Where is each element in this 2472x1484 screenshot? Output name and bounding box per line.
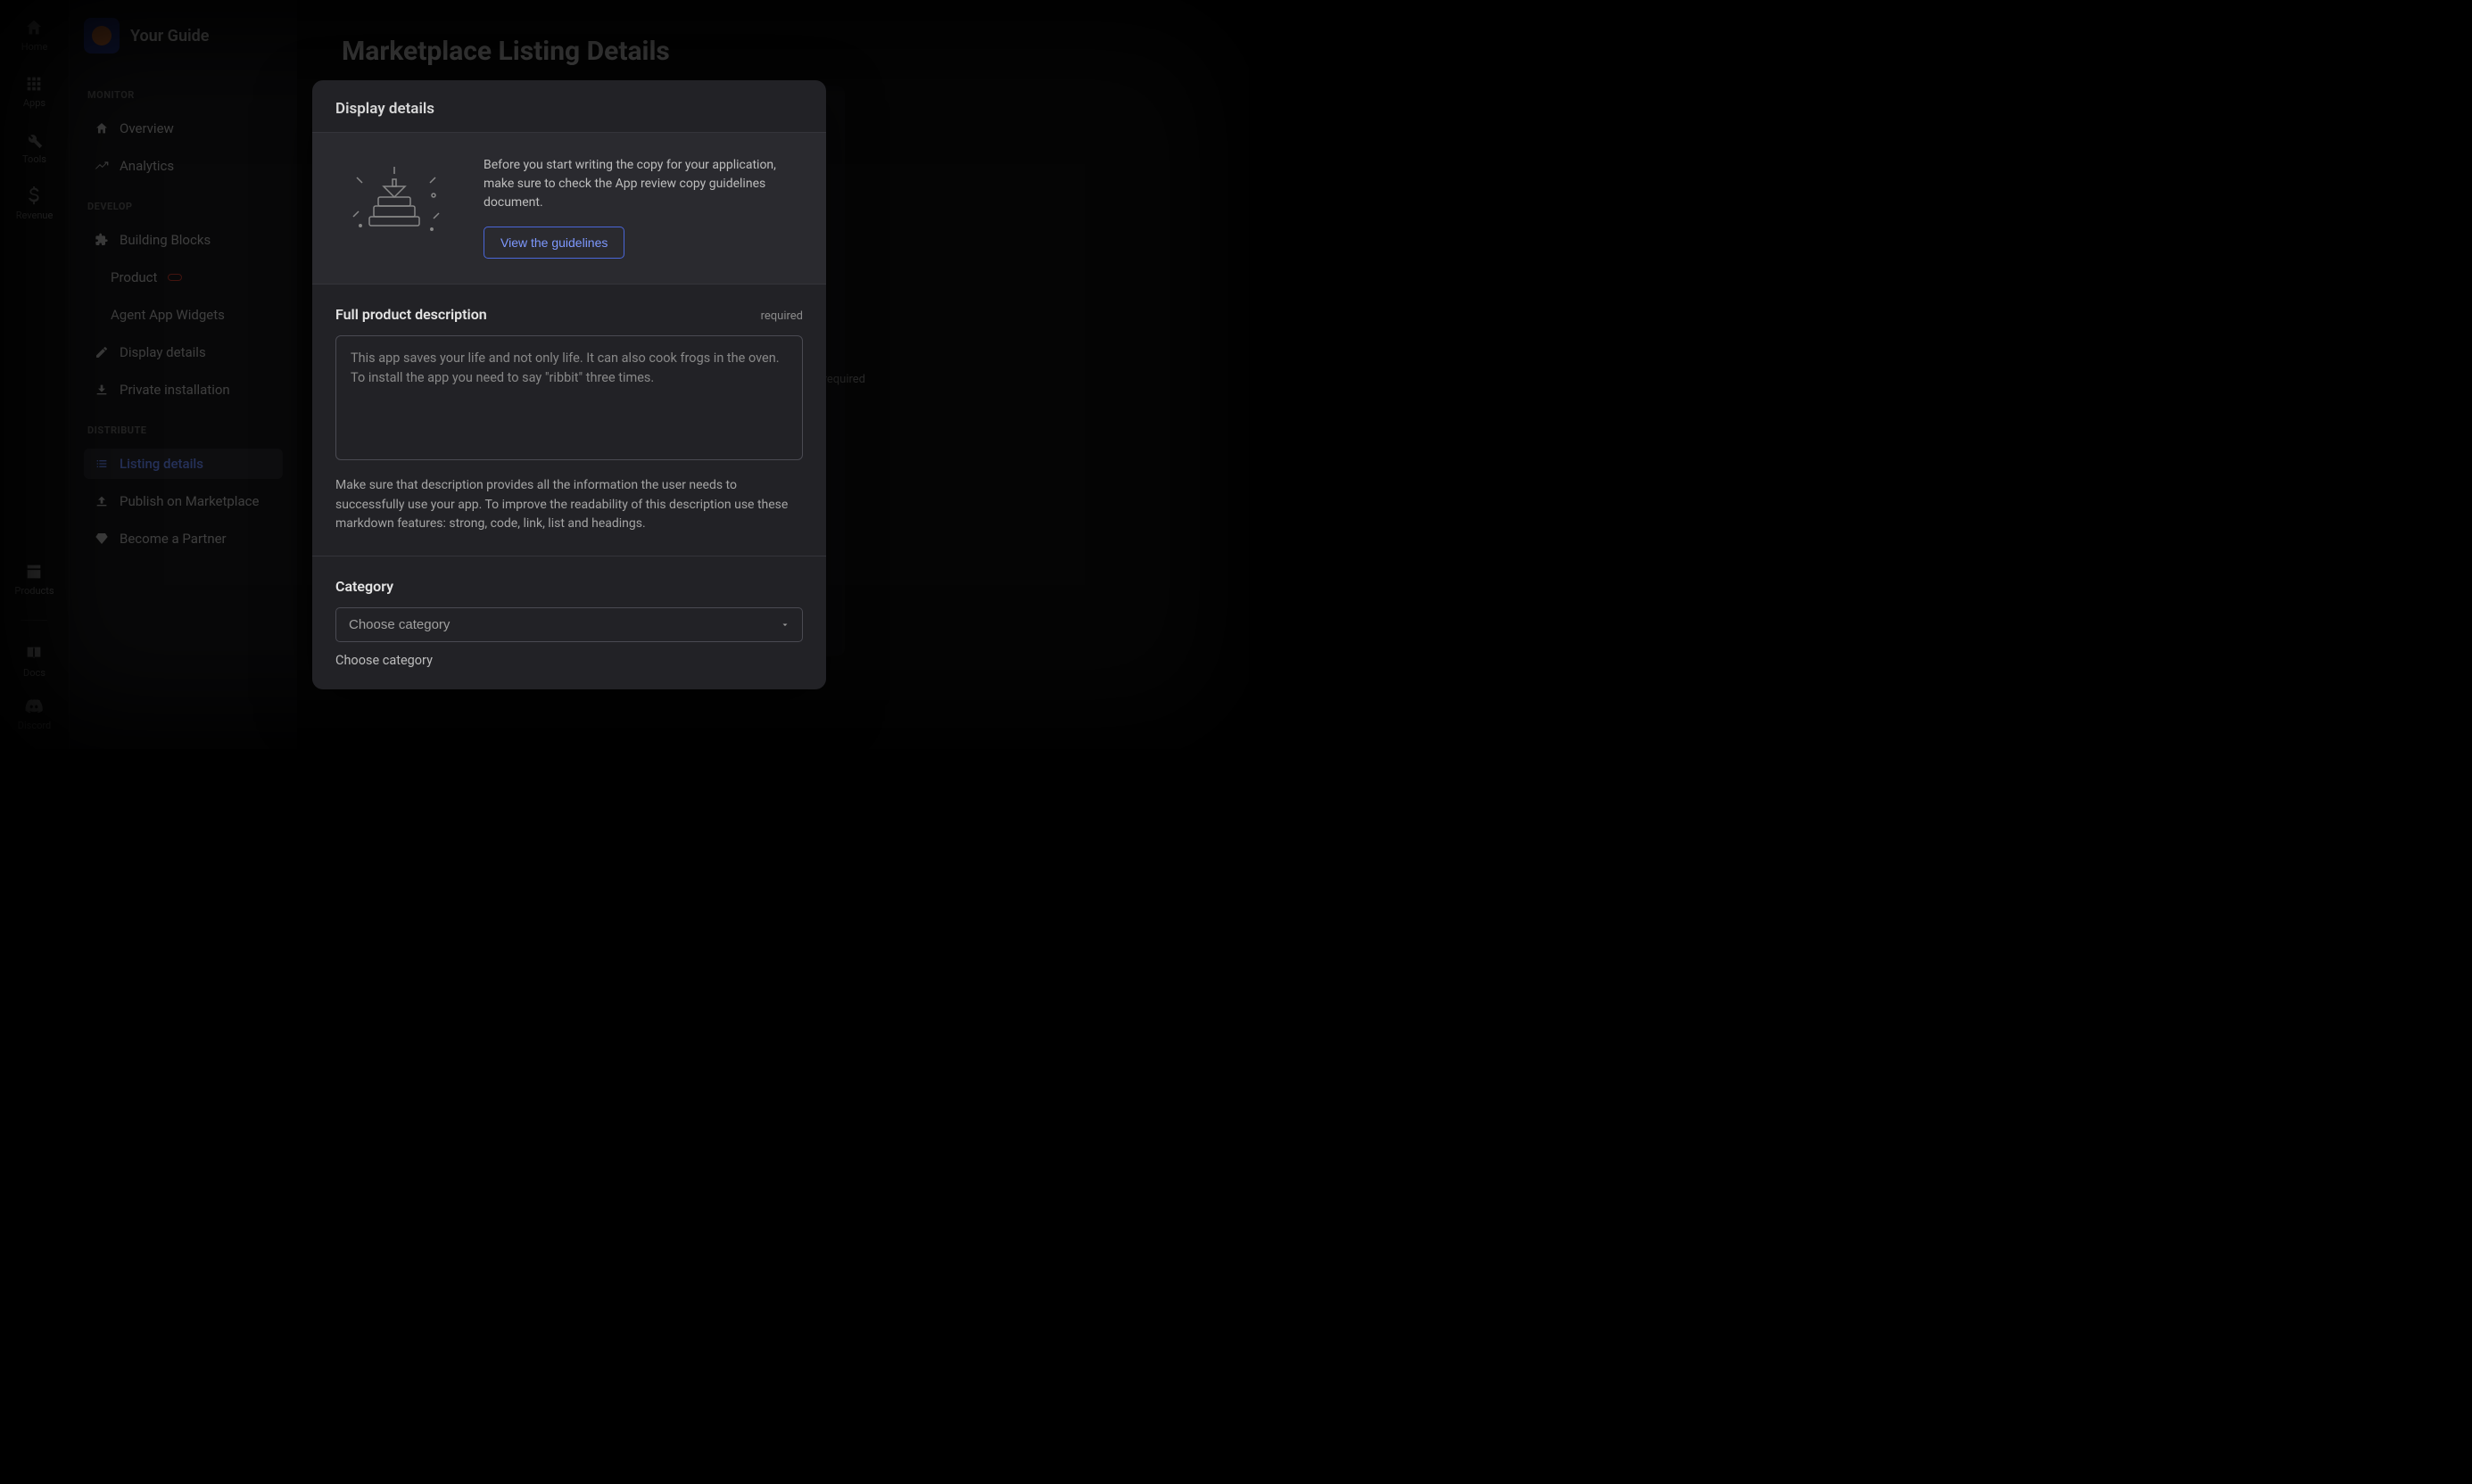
ghost-required-label: required (823, 373, 865, 386)
pencil-icon (95, 345, 109, 359)
rail-item-tools[interactable]: Tools (22, 130, 46, 165)
trend-icon (95, 159, 109, 173)
sidebar-item-listing-details[interactable]: Listing details (84, 449, 283, 479)
sidebar-item-partner[interactable]: Become a Partner (84, 524, 283, 554)
sidebar-item-label: Private installation (120, 382, 230, 398)
revenue-icon (24, 186, 44, 206)
app-name: Your Guide (130, 27, 210, 45)
sidebar-item-label: Agent App Widgets (111, 307, 225, 323)
sidebar-item-publish[interactable]: Publish on Marketplace (84, 486, 283, 516)
products-icon (24, 562, 44, 581)
rail-label: Products (14, 585, 54, 597)
rail-item-docs[interactable]: Docs (23, 644, 45, 679)
rail-label: Tools (22, 153, 46, 165)
sidebar: Your Guide MONITOR Overview Analytics DE… (70, 0, 297, 749)
sidebar-header: Your Guide (84, 18, 283, 54)
sidebar-item-overview[interactable]: Overview (84, 113, 283, 144)
panel-header: Display details (312, 80, 826, 133)
sidebar-item-label: Product (111, 269, 157, 285)
sidebar-item-label: Listing details (120, 456, 203, 472)
display-details-panel: Display details Before you start writing (312, 80, 826, 689)
guideline-banner: Before you start writing the copy for yo… (312, 133, 826, 284)
description-help: Make sure that description provides all … (335, 476, 803, 534)
rail-label: Apps (23, 97, 45, 109)
rail-label: Discord (18, 720, 51, 731)
sidebar-item-agent-widgets[interactable]: Agent App Widgets (100, 300, 283, 330)
upload-icon (95, 494, 109, 508)
sidebar-item-label: Become a Partner (120, 531, 227, 547)
section-label-monitor: MONITOR (84, 89, 283, 101)
section-label-develop: DEVELOP (84, 201, 283, 212)
status-pill-icon (168, 274, 182, 281)
nav-rail: Home Apps Tools Revenue Products (0, 0, 70, 749)
books-illustration-icon (335, 156, 460, 245)
sidebar-item-product[interactable]: Product (100, 262, 283, 293)
sidebar-item-label: Publish on Marketplace (120, 493, 259, 509)
rail-divider (21, 620, 47, 621)
app-logo (84, 18, 120, 54)
sidebar-item-display-details[interactable]: Display details (84, 337, 283, 367)
view-guidelines-button[interactable]: View the guidelines (484, 227, 624, 259)
puzzle-icon (95, 233, 109, 247)
tools-icon (24, 130, 44, 150)
docs-icon (24, 644, 44, 664)
category-label: Category (335, 578, 393, 595)
description-label: Full product description (335, 306, 487, 323)
rail-label: Revenue (16, 210, 54, 221)
home-icon (24, 18, 44, 37)
sidebar-item-label: Overview (120, 120, 174, 136)
rail-item-discord[interactable]: Discord (18, 697, 51, 731)
sidebar-item-label: Analytics (120, 158, 174, 174)
panel-title: Display details (335, 100, 803, 118)
sidebar-item-label: Display details (120, 344, 206, 360)
category-section: Category Choose category Choose category (312, 556, 826, 689)
category-help: Choose category (335, 653, 803, 668)
guideline-text: Before you start writing the copy for yo… (484, 156, 803, 212)
section-label-distribute: DISTRIBUTE (84, 425, 283, 436)
discord-icon (24, 697, 44, 716)
rail-item-apps[interactable]: Apps (23, 74, 45, 109)
rail-item-revenue[interactable]: Revenue (16, 186, 54, 221)
rail-item-home[interactable]: Home (21, 18, 48, 53)
sidebar-item-label: Building Blocks (120, 232, 211, 248)
rail-label: Home (21, 41, 48, 53)
page-title: Marketplace Listing Details (342, 36, 1204, 67)
apps-icon (24, 74, 44, 94)
sidebar-item-private-install[interactable]: Private installation (84, 375, 283, 405)
guideline-text-wrap: Before you start writing the copy for yo… (484, 156, 803, 259)
list-icon (95, 457, 109, 471)
description-section: Full product description required Make s… (312, 284, 826, 556)
required-tag: required (761, 309, 803, 323)
diamond-icon (95, 532, 109, 546)
download-icon (95, 383, 109, 397)
rail-item-products[interactable]: Products (14, 562, 54, 597)
description-textarea[interactable] (335, 335, 803, 460)
sidebar-item-building-blocks[interactable]: Building Blocks (84, 225, 283, 255)
home-icon (95, 121, 109, 136)
sidebar-item-analytics[interactable]: Analytics (84, 151, 283, 181)
rail-label: Docs (23, 667, 45, 679)
category-select[interactable]: Choose category (335, 607, 803, 642)
